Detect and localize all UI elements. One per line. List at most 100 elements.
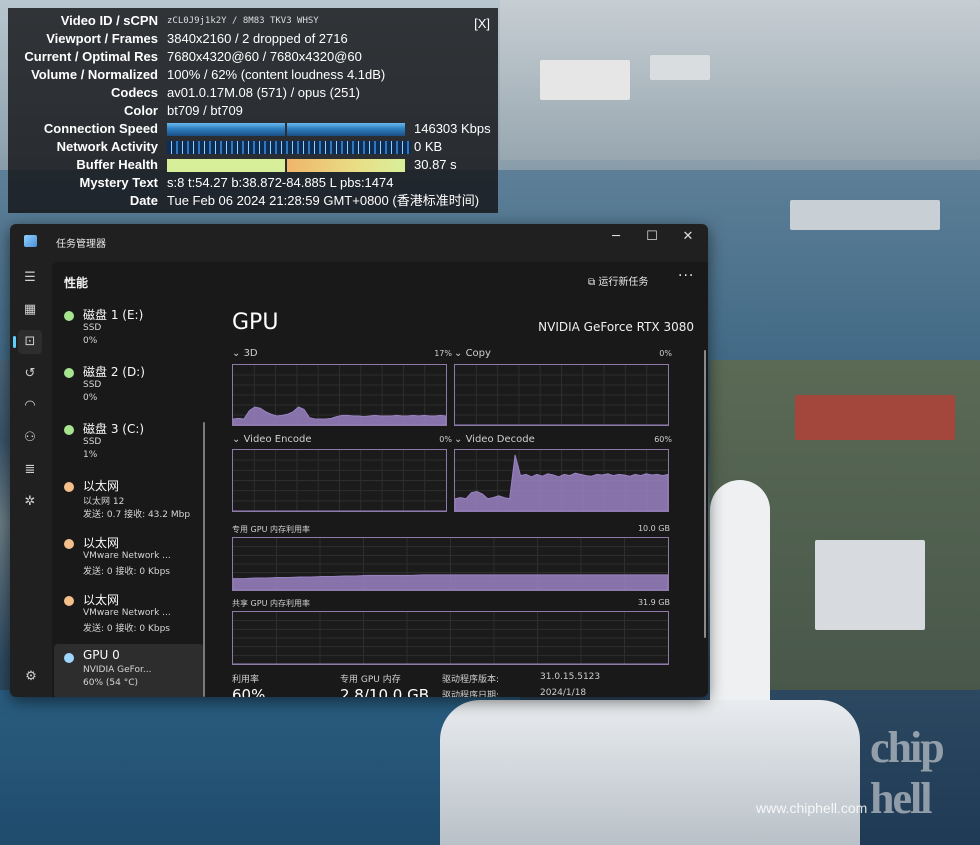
engine-label: Video Decode bbox=[465, 434, 535, 445]
stat-row-buffer-health: Buffer Health 30.87 s bbox=[8, 156, 498, 174]
stat-row-date: Date Tue Feb 06 2024 21:28:59 GMT+0800 (… bbox=[8, 192, 498, 210]
stat-row-resolution: Current / Optimal Res 7680x4320@60 / 768… bbox=[8, 48, 498, 66]
close-button[interactable]: ✕ bbox=[670, 224, 706, 252]
resource-item-disk-e[interactable]: 磁盘 1 (E:) SSD 0% bbox=[54, 302, 204, 356]
status-dot bbox=[64, 653, 74, 663]
stat-value: 0 KB bbox=[414, 139, 443, 154]
stat-row-network-activity: Network Activity 0 KB bbox=[8, 138, 498, 156]
chevron-down-icon: ⌄ bbox=[232, 348, 244, 359]
stat-key: Buffer Health bbox=[76, 157, 158, 172]
run-task-icon: ⧉ bbox=[588, 277, 599, 288]
resource-item-ethernet-vmware-2[interactable]: 以太网 VMware Network ... 发送: 0 接收: 0 Kbps bbox=[54, 587, 204, 641]
sparkline-segment bbox=[287, 123, 405, 136]
stat-value: av01.0.17M.08 (571) / opus (251) bbox=[167, 85, 360, 100]
stat-value: 3840x2160 / 2 dropped of 2716 bbox=[167, 31, 348, 46]
chevron-down-icon: ⌄ bbox=[454, 348, 466, 359]
sparkline-segment bbox=[287, 159, 405, 172]
more-options-button[interactable]: ··· bbox=[678, 268, 694, 284]
resource-value: 发送: 0 接收: 0 Kbps bbox=[83, 624, 170, 634]
minimize-button[interactable]: ─ bbox=[598, 224, 634, 252]
stat-row-viewport: Viewport / Frames 3840x2160 / 2 dropped … bbox=[8, 30, 498, 48]
resource-item-disk-d[interactable]: 磁盘 2 (D:) SSD 0% bbox=[54, 359, 204, 413]
resource-name: 以太网 bbox=[83, 479, 120, 493]
status-dot bbox=[64, 368, 74, 378]
sparkline-segment bbox=[167, 159, 285, 172]
watermark-url: www.chiphell.com bbox=[756, 800, 868, 816]
dedicated-memory-stat-label: 专用 GPU 内存 bbox=[340, 675, 401, 685]
buffer-health-sparkline bbox=[167, 159, 411, 172]
resource-adapter: VMware Network ... bbox=[83, 608, 171, 618]
details-icon[interactable]: ≣ bbox=[18, 458, 42, 482]
utilization-chart bbox=[455, 365, 668, 425]
stat-row-color: Color bt709 / bt709 bbox=[8, 102, 498, 120]
sparkline-segment bbox=[167, 123, 285, 136]
stat-value: Tue Feb 06 2024 21:28:59 GMT+0800 (香港标准时… bbox=[167, 193, 480, 208]
wallpaper-building bbox=[540, 60, 630, 100]
dedicated-memory-label: 专用 GPU 内存利用率 bbox=[232, 525, 310, 534]
list-scrollbar[interactable] bbox=[203, 422, 205, 697]
engine-graph-copy bbox=[454, 364, 669, 426]
settings-gear-icon[interactable]: ⚙ bbox=[22, 669, 40, 687]
run-task-label: 运行新任务 bbox=[598, 277, 649, 288]
stat-row-codecs: Codecs av01.0.17M.08 (571) / opus (251) bbox=[8, 84, 498, 102]
resource-name: 磁盘 3 (C:) bbox=[83, 422, 145, 436]
utilization-label: 利用率 bbox=[232, 675, 260, 685]
resource-name: 以太网 bbox=[83, 536, 120, 550]
dedicated-memory-stat-value: 2.8/10.0 GB bbox=[340, 686, 429, 697]
stat-value: bt709 / bt709 bbox=[167, 103, 243, 118]
stat-row-connection-speed: Connection Speed 146303 Kbps bbox=[8, 120, 498, 138]
performance-icon[interactable]: ⊡ bbox=[13, 330, 42, 354]
resource-item-ethernet-12[interactable]: 以太网 以太网 12 发送: 0.7 接收: 43.2 Mbp bbox=[54, 473, 204, 527]
chevron-down-icon: ⌄ bbox=[232, 434, 244, 445]
engine-selector-3d[interactable]: ⌄ 3D bbox=[232, 348, 258, 359]
wallpaper-pier bbox=[440, 700, 860, 845]
stat-value: 30.87 s bbox=[414, 157, 457, 172]
processes-icon[interactable]: ▦ bbox=[18, 298, 42, 322]
services-icon[interactable]: ✲ bbox=[18, 490, 42, 514]
stat-key: Current / Optimal Res bbox=[24, 49, 158, 64]
stat-key: Volume / Normalized bbox=[31, 67, 158, 82]
engine-selector-video-encode[interactable]: ⌄ Video Encode bbox=[232, 434, 312, 445]
resource-name: GPU 0 bbox=[83, 648, 120, 662]
resource-adapter: 以太网 12 bbox=[83, 497, 125, 507]
wallpaper-building bbox=[650, 55, 710, 80]
gpu-detail-panel: GPU NVIDIA GeForce RTX 3080 ⌄ 3D 17% ⌄ C… bbox=[230, 302, 700, 697]
stats-for-nerds-panel: [X] Video ID / sCPN zCL0J9j1k2Y / 8M83 T… bbox=[8, 8, 498, 213]
app-history-icon[interactable]: ↺ bbox=[18, 362, 42, 386]
resource-item-ethernet-vmware-1[interactable]: 以太网 VMware Network ... 发送: 0 接收: 0 Kbps bbox=[54, 530, 204, 584]
detail-scrollbar[interactable] bbox=[704, 350, 706, 638]
task-manager-app-icon bbox=[24, 235, 37, 247]
menu-icon[interactable]: ☰ bbox=[18, 266, 42, 290]
users-icon[interactable]: ⚇ bbox=[18, 426, 42, 450]
stat-row-volume: Volume / Normalized 100% / 62% (content … bbox=[8, 66, 498, 84]
window-title: 任务管理器 bbox=[56, 239, 106, 250]
stat-key: Connection Speed bbox=[43, 121, 158, 136]
stat-value: 7680x4320@60 / 7680x4320@60 bbox=[167, 49, 362, 64]
resource-list: 磁盘 1 (E:) SSD 0% 磁盘 2 (D:) SSD 0% 磁盘 3 (… bbox=[52, 302, 212, 697]
stat-key: Network Activity bbox=[56, 139, 158, 154]
resource-item-gpu-0[interactable]: GPU 0 NVIDIA GeFor... 60% (54 °C) bbox=[54, 644, 204, 697]
wallpaper-ship bbox=[790, 200, 940, 230]
engine-label: 3D bbox=[243, 348, 258, 359]
stat-row-mystery-text: Mystery Text s:8 t:54.27 b:38.872-84.885… bbox=[8, 174, 498, 192]
engine-percent: 0% bbox=[439, 435, 452, 444]
stat-row-video-id: Video ID / sCPN zCL0J9j1k2Y / 8M83 TKV3 … bbox=[8, 12, 498, 30]
stat-value: 100% / 62% (content loudness 4.1dB) bbox=[167, 67, 386, 82]
driver-version-value: 31.0.15.5123 bbox=[540, 672, 601, 682]
title-bar[interactable]: 任务管理器 ─ ☐ ✕ bbox=[10, 224, 708, 258]
gpu-model-name: NVIDIA GeForce RTX 3080 bbox=[538, 320, 694, 334]
status-dot bbox=[64, 539, 74, 549]
status-dot bbox=[64, 482, 74, 492]
startup-icon[interactable]: ◠ bbox=[18, 394, 42, 418]
run-new-task-button[interactable]: ⧉ 运行新任务 bbox=[588, 273, 648, 288]
engine-selector-copy[interactable]: ⌄ Copy bbox=[454, 348, 491, 359]
wallpaper-building bbox=[815, 540, 925, 630]
resource-item-disk-c[interactable]: 磁盘 3 (C:) SSD 1% bbox=[54, 416, 204, 470]
shared-memory-label: 共享 GPU 内存利用率 bbox=[232, 599, 310, 608]
resource-type: SSD bbox=[83, 380, 102, 390]
driver-date-value: 2024/1/18 bbox=[540, 688, 587, 697]
engine-selector-video-decode[interactable]: ⌄ Video Decode bbox=[454, 434, 535, 445]
utilization-chart bbox=[233, 450, 446, 511]
stat-key: Codecs bbox=[111, 85, 158, 100]
maximize-button[interactable]: ☐ bbox=[634, 224, 670, 252]
